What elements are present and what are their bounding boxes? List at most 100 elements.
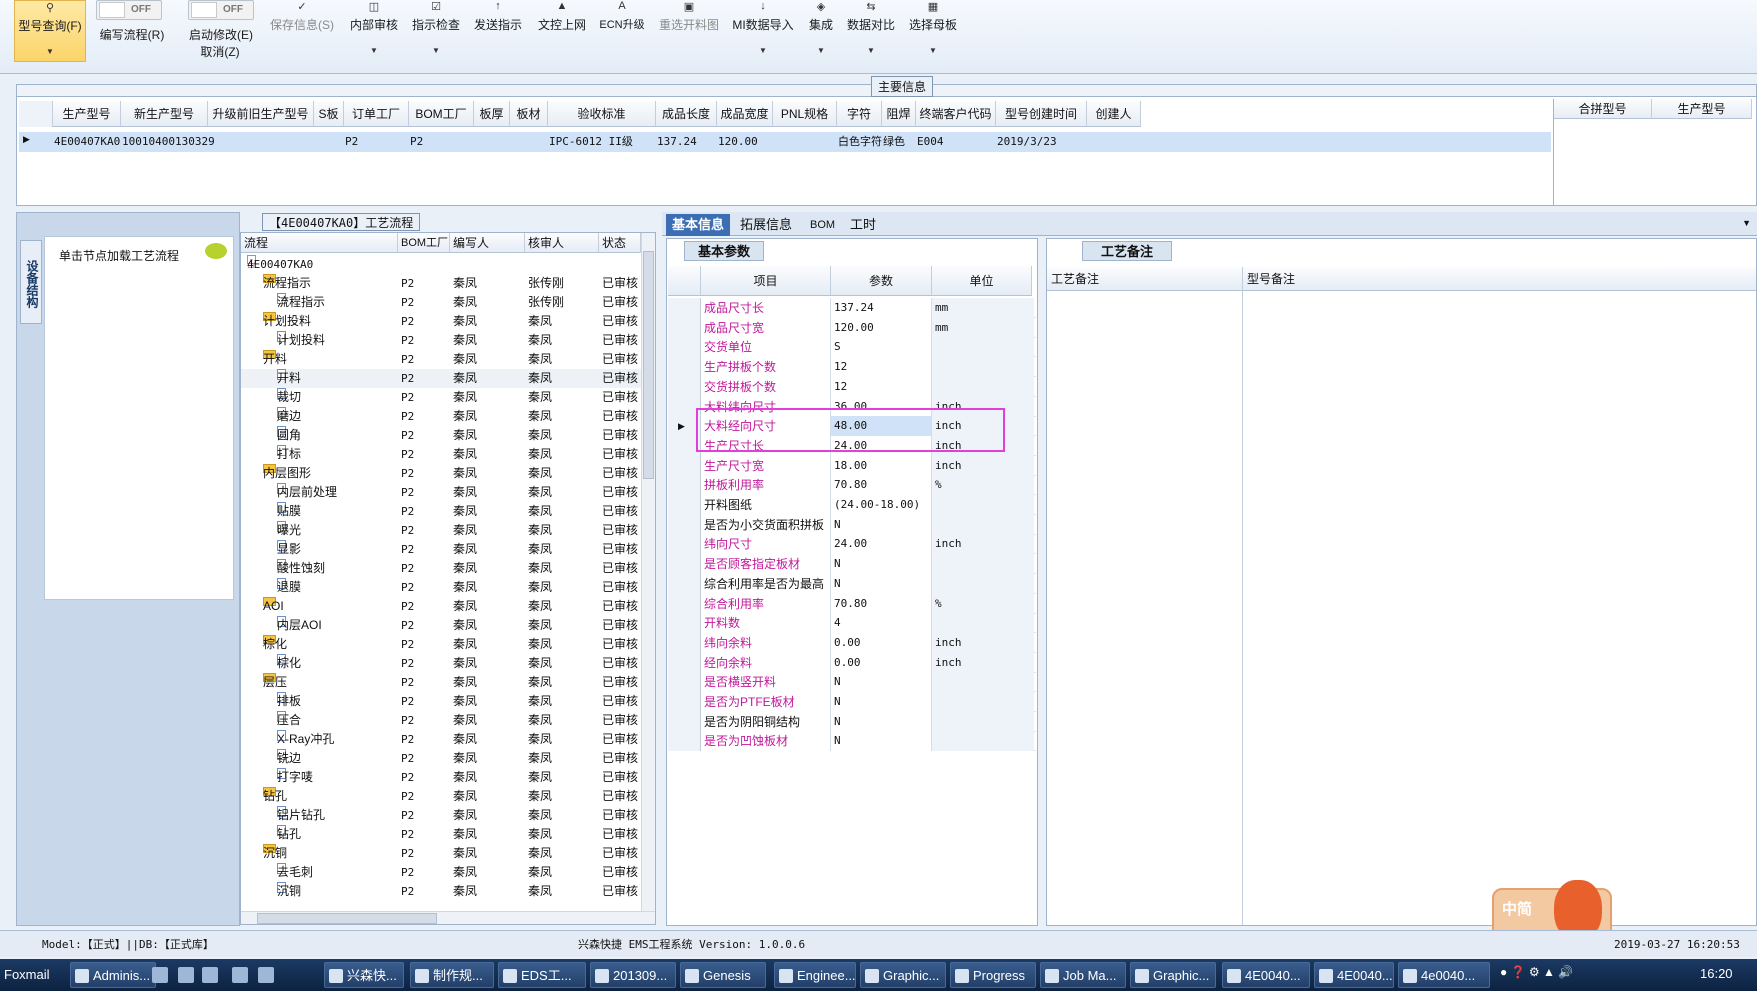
send-button[interactable]: ↑ 发送指示: [472, 0, 524, 62]
param-row[interactable]: 是否为小交货面积拼板 N: [668, 514, 1036, 535]
cancel-button[interactable]: 取消(Z): [190, 43, 250, 61]
unit-col-header[interactable]: 单位: [932, 266, 1032, 296]
flow-tree-row[interactable]: 退膜 P2 秦凤 秦凤 已审核: [241, 578, 641, 597]
quick-launch-icon[interactable]: [202, 967, 218, 983]
taskbar-button[interactable]: Enginee...: [774, 962, 856, 988]
flow-tree-row[interactable]: 贴膜 P2 秦凤 秦凤 已审核: [241, 502, 641, 521]
param-row[interactable]: 是否为阴阳铜结构 N: [668, 711, 1036, 732]
flow-tree-row[interactable]: 酸性蚀刻 P2 秦凤 秦凤 已审核: [241, 559, 641, 578]
param-row[interactable]: 综合利用率 70.80%: [668, 593, 1036, 614]
param-value-field[interactable]: N: [831, 731, 932, 752]
internal-review-button[interactable]: ◫ 内部审核 ▼: [348, 0, 400, 62]
reviewer-col-header[interactable]: 核审人: [525, 233, 599, 253]
load-flow-hint-panel[interactable]: 单击节点加载工艺流程: [44, 236, 234, 600]
param-row[interactable]: 纬向余料 0.00 inch: [668, 632, 1036, 653]
param-value-field[interactable]: 18.00: [831, 455, 932, 476]
flow-tree-row[interactable]: 铝片钻孔 P2 秦凤 秦凤 已审核: [241, 806, 641, 825]
main-col-header[interactable]: 型号创建时间: [996, 101, 1087, 127]
main-col-header[interactable]: 板材: [510, 101, 548, 127]
grid-corner[interactable]: [19, 101, 53, 127]
main-col-header[interactable]: 字符: [837, 101, 882, 127]
flow-tree-row[interactable]: -钻孔P2秦凤秦凤已审核: [241, 787, 641, 806]
flow-tree-row[interactable]: 裁切 P2 秦凤 秦凤 已审核: [241, 388, 641, 407]
flow-tree-row[interactable]: -内层图形P2秦凤秦凤已审核: [241, 464, 641, 483]
quick-launch-icon[interactable]: [152, 967, 168, 983]
flow-tree-row[interactable]: 打字唛 P2 秦凤 秦凤 已审核: [241, 768, 641, 787]
flow-tree-grid[interactable]: 流程 BOM工厂 编写人 核审人 状态 -⌂ 4E00407KA0 -流程指示P…: [240, 232, 656, 925]
tree-vertical-scrollbar[interactable]: [641, 233, 655, 911]
param-row[interactable]: 拼板利用率 70.80%: [668, 475, 1036, 496]
param-value-field[interactable]: 137.24: [831, 298, 932, 318]
param-value-field[interactable]: S: [831, 337, 932, 358]
upload-button[interactable]: ▲ 文控上网: [536, 0, 588, 62]
param-row[interactable]: 是否横竖开料 N: [668, 672, 1036, 693]
save-button[interactable]: ✓ 保存信息(S): [266, 0, 338, 62]
device-structure-tab[interactable]: 设备结构: [20, 240, 42, 324]
param-row[interactable]: 是否为凹蚀板材 N: [668, 731, 1036, 752]
choose-master-button[interactable]: ▦ 选择母板 ▼: [906, 0, 960, 62]
mi-import-button[interactable]: ↓ MI数据导入 ▼: [730, 0, 796, 62]
taskbar-button[interactable]: Graphic...: [860, 962, 946, 988]
param-value-field[interactable]: 12: [831, 357, 932, 378]
flow-tree-row[interactable]: 打标 P2 秦凤 秦凤 已审核: [241, 445, 641, 464]
flow-tree-row[interactable]: 棕化 P2 秦凤 秦凤 已审核: [241, 654, 641, 673]
main-col-header[interactable]: PNL规格: [773, 101, 837, 127]
taskbar-button[interactable]: Genesis: [680, 962, 766, 988]
flow-tree-row[interactable]: 磨边 P2 秦凤 秦凤 已审核: [241, 407, 641, 426]
clock[interactable]: 16:20: [1700, 966, 1733, 981]
hscroll-thumb[interactable]: [257, 913, 437, 924]
quick-launch-icon[interactable]: [258, 967, 274, 983]
reselect-button[interactable]: ▣ 重选开料图: [656, 0, 722, 62]
value-col-header[interactable]: 参数: [831, 266, 932, 296]
writer-col-header[interactable]: 编写人: [450, 233, 525, 253]
compare-button[interactable]: ⇆ 数据对比 ▼: [846, 0, 896, 62]
flow-tree-row[interactable]: 排板 P2 秦凤 秦凤 已审核: [241, 692, 641, 711]
param-value-field[interactable]: 12: [831, 376, 932, 397]
taskbar-button[interactable]: 4E0040...: [1222, 962, 1310, 988]
flow-tree-row[interactable]: 流程指示 P2 秦凤 张传刚 已审核: [241, 293, 641, 312]
flow-tree-row[interactable]: 铣边 P2 秦凤 秦凤 已审核: [241, 749, 641, 768]
merge-model-header[interactable]: 合拼型号: [1554, 99, 1652, 119]
merge-production-header[interactable]: 生产型号: [1652, 99, 1752, 119]
notes-col-header-2[interactable]: 型号备注: [1243, 267, 1756, 291]
edit-flow-button[interactable]: 编写流程(R): [94, 26, 170, 46]
param-row[interactable]: 生产尺寸宽 18.00 inch: [668, 455, 1036, 476]
param-row[interactable]: 经向余料 0.00 inch: [668, 652, 1036, 673]
param-value-field[interactable]: N: [831, 514, 932, 535]
param-row[interactable]: 生产拼板个数 12: [668, 357, 1036, 378]
bom-col-header[interactable]: BOM工厂: [398, 233, 450, 253]
taskbar-button[interactable]: Adminis...: [70, 962, 156, 988]
notes-col-header-1[interactable]: 工艺备注: [1047, 267, 1243, 291]
flow-tree-row[interactable]: -棕化P2秦凤秦凤已审核: [241, 635, 641, 654]
param-grid-corner[interactable]: [668, 266, 701, 296]
param-value-field[interactable]: 0.00: [831, 632, 932, 653]
main-col-header[interactable]: 板厚: [474, 101, 510, 127]
param-row[interactable]: 是否为PTFE板材 N: [668, 692, 1036, 712]
param-value-field[interactable]: N: [831, 692, 932, 712]
flow-tree-row[interactable]: 显影 P2 秦凤 秦凤 已审核: [241, 540, 641, 559]
param-value-field[interactable]: N: [831, 672, 932, 693]
param-row[interactable]: 综合利用率是否为最高 N: [668, 573, 1036, 594]
main-col-header[interactable]: BOM工厂: [409, 101, 474, 127]
integrate-button[interactable]: ◈ 集成 ▼: [804, 0, 838, 62]
flow-tree-row[interactable]: 计划投料 P2 秦凤 秦凤 已审核: [241, 331, 641, 350]
param-row[interactable]: 交货单位 S: [668, 337, 1036, 358]
tab-extended-info[interactable]: 拓展信息: [734, 214, 798, 236]
ecn-button[interactable]: A ECN升级: [598, 0, 646, 62]
flow-tree-row[interactable]: 曝光 P2 秦凤 秦凤 已审核: [241, 521, 641, 540]
param-value-field[interactable]: N: [831, 573, 932, 594]
main-col-header[interactable]: 成品宽度: [717, 101, 773, 127]
item-col-header[interactable]: 项目: [701, 266, 831, 296]
param-row[interactable]: 纬向尺寸 24.00 inch: [668, 534, 1036, 555]
tab-bom[interactable]: BOM: [804, 214, 841, 236]
param-value-field[interactable]: 24.00: [831, 534, 932, 555]
scroll-thumb[interactable]: [643, 251, 654, 479]
flow-tree-row[interactable]: -层压P2秦凤秦凤已审核: [241, 673, 641, 692]
flow-col-header[interactable]: 流程: [241, 233, 398, 253]
flow-tree-row[interactable]: X-Ray冲孔 P2 秦凤 秦凤 已审核: [241, 730, 641, 749]
main-col-header[interactable]: 订单工厂: [344, 101, 409, 127]
check-button[interactable]: ☑ 指示检查 ▼: [410, 0, 462, 62]
flow-tree-row[interactable]: 内层AOI P2 秦凤 秦凤 已审核: [241, 616, 641, 635]
quick-launch-icon[interactable]: [178, 967, 194, 983]
main-col-header[interactable]: 验收标准: [548, 101, 656, 127]
